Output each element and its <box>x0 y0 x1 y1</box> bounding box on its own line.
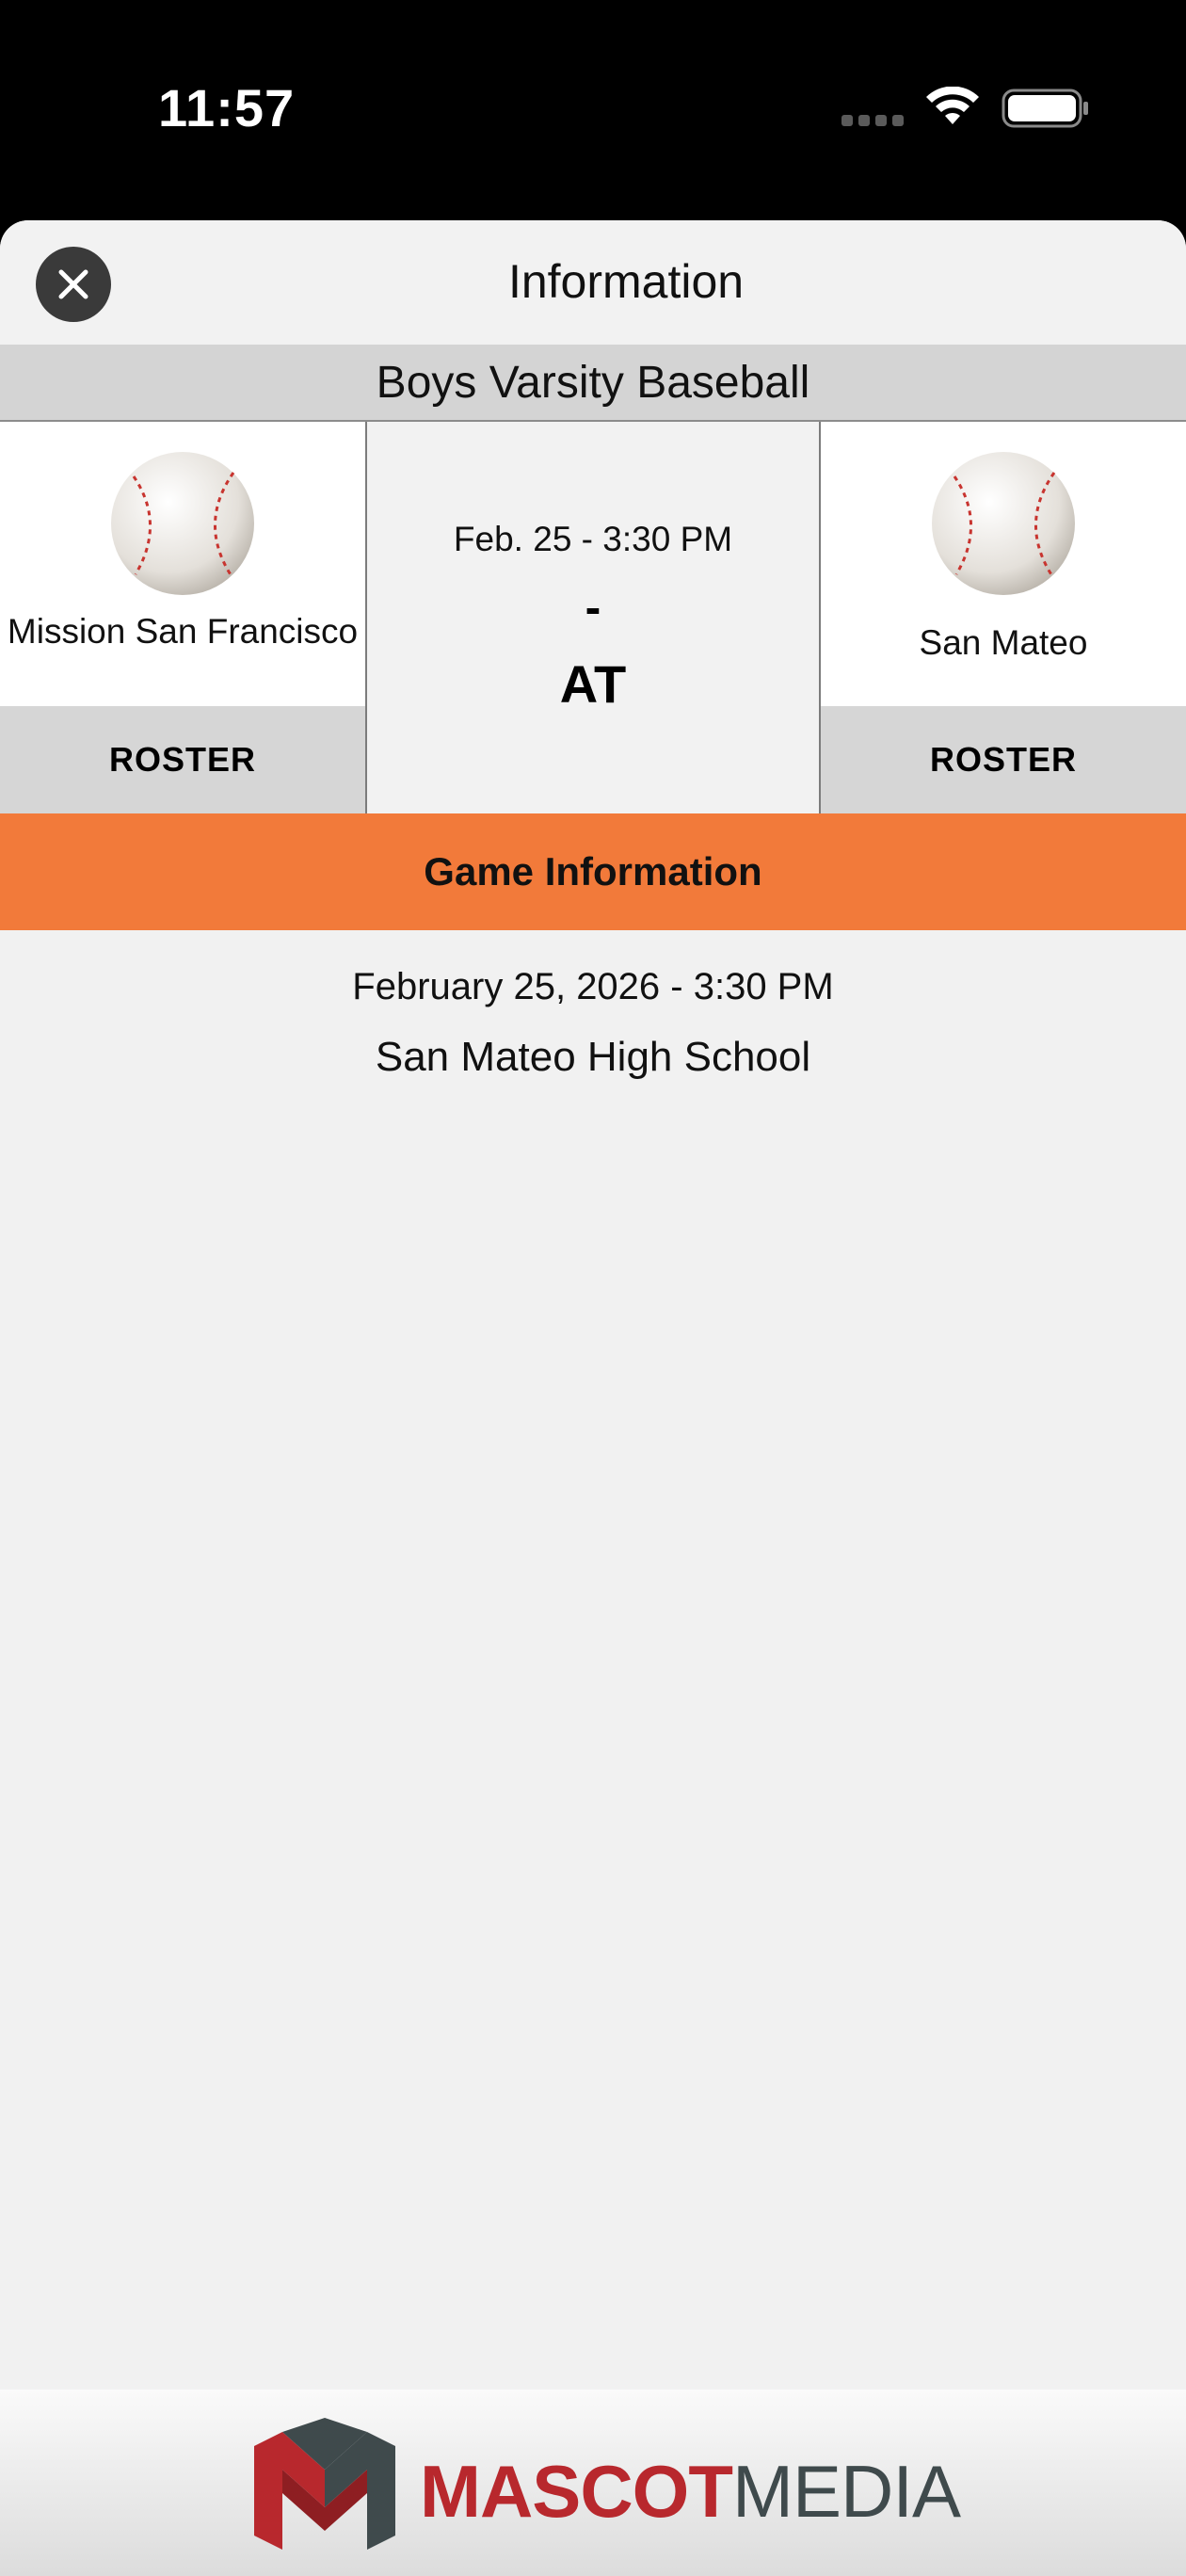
wifi-icon <box>926 87 979 124</box>
brand-part-media: MEDIA <box>731 2450 961 2533</box>
status-bar: 11:57 <box>0 0 1186 220</box>
page-title: Information <box>507 255 745 308</box>
baseball-icon <box>932 452 1075 595</box>
mascot-media-logo <box>254 2418 395 2550</box>
score: - <box>585 581 601 634</box>
at-label: AT <box>559 654 627 714</box>
status-time: 11:57 <box>158 78 296 137</box>
game-information-header: Game Information <box>0 813 1186 930</box>
away-team: Mission San Francisco ROSTER <box>0 422 365 813</box>
game-location: San Mateo High School <box>375 1034 811 1080</box>
game-time: Feb. 25 - 3:30 PM <box>453 520 733 558</box>
brand-part-mascot: MASCOT <box>420 2450 733 2533</box>
sheet-header: Information <box>0 220 1186 345</box>
game-summary: Feb. 25 - 3:30 PM - AT <box>365 422 821 813</box>
home-team: San Mateo ROSTER <box>821 422 1186 813</box>
footer-brand: MASCOTMEDIA <box>0 2390 1186 2576</box>
brand-wordmark: MASCOTMEDIA <box>420 2454 961 2529</box>
matchup: Mission San Francisco ROSTER Feb. 25 - 3… <box>0 422 1186 813</box>
cellular-signal-icon <box>841 115 904 126</box>
information-sheet: Information Boys Varsity Baseball Missio… <box>0 220 1186 2576</box>
sport-title: Boys Varsity Baseball <box>0 345 1186 422</box>
home-team-name: San Mateo <box>919 623 1088 662</box>
away-roster-button[interactable]: ROSTER <box>0 706 365 813</box>
game-datetime: February 25, 2026 - 3:30 PM <box>352 966 834 1007</box>
away-team-name: Mission San Francisco <box>7 612 359 651</box>
baseball-icon <box>111 452 254 595</box>
battery-icon <box>1002 89 1088 128</box>
home-roster-button[interactable]: ROSTER <box>821 706 1186 813</box>
